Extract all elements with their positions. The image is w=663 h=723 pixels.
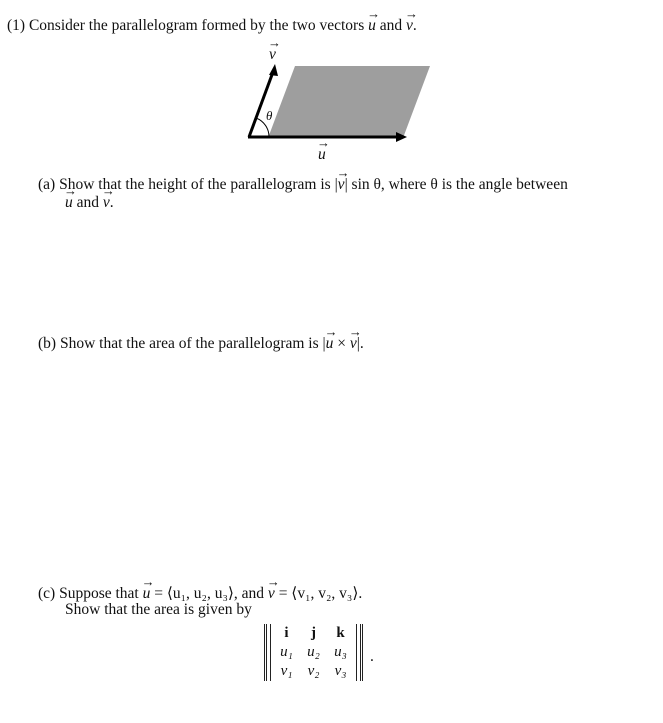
- vector-v-symbol: v: [405, 6, 418, 35]
- part-a-text-before: Show that the height of the parallelogra…: [59, 176, 338, 193]
- matrix-cell: u₃: [334, 644, 347, 660]
- matrix-cell: v₁: [280, 663, 293, 679]
- problem-number: (1): [7, 17, 26, 34]
- and-text: and: [76, 194, 100, 211]
- vector-v-symbol: v: [267, 574, 280, 603]
- problem-intro-text: Consider the parallelogram formed by the…: [28, 17, 365, 34]
- part-c: (c) Suppose that u = ⟨u₁, u₂, u₃⟩, and v…: [38, 574, 363, 603]
- part-b-label: (b): [38, 335, 57, 352]
- matrix-cell: i: [284, 625, 289, 641]
- vector-u-symbol: u: [64, 183, 77, 212]
- part-a-line2: u and v.: [64, 183, 115, 212]
- part-c-text-before: Suppose that: [59, 585, 139, 602]
- matrix-end-period: .: [370, 648, 374, 665]
- vector-u-symbol: u: [325, 324, 338, 353]
- figure-vector-v-label: v: [268, 35, 281, 64]
- matrix-cell: j: [311, 625, 316, 641]
- vector-u-components: = ⟨u₁, u₂, u₃⟩, and: [154, 585, 265, 602]
- angle-theta-label: θ: [266, 108, 273, 123]
- matrix-row: v₁ v₂ v₃: [273, 662, 354, 681]
- part-b: (b) Show that the area of the parallelog…: [38, 324, 364, 353]
- matrix-cell: v₂: [307, 663, 320, 679]
- vector-v-arrowhead: [269, 64, 278, 76]
- part-a-label: (a): [38, 176, 56, 193]
- vector-v-symbol: v: [337, 165, 350, 194]
- vector-v-symbol: v: [102, 183, 115, 212]
- part-c-label: (c): [38, 585, 56, 602]
- matrix-row: u₁ u₂ u₃: [273, 643, 354, 662]
- parallelogram-shape: [268, 66, 430, 138]
- and-text: and: [379, 17, 403, 34]
- matrix-row: i j k: [273, 624, 354, 643]
- vector-u-symbol: u: [367, 6, 380, 35]
- cross-product-symbol: ×: [337, 335, 346, 352]
- vector-u-symbol: u: [142, 574, 155, 603]
- matrix-cell: u₁: [280, 644, 293, 660]
- part-b-text-before: Show that the area of the parallelogram …: [59, 335, 326, 352]
- part-c-line2: Show that the area is given by: [65, 601, 252, 618]
- part-a-text-after: | sin θ, where θ is the angle between: [344, 176, 568, 193]
- part-a: (a) Show that the height of the parallel…: [38, 165, 568, 194]
- problem-intro: (1) Consider the parallelogram formed by…: [7, 6, 418, 35]
- matrix-cell: u₂: [307, 644, 320, 660]
- matrix-cell: k: [336, 625, 345, 641]
- vector-v-arrow: [247, 71, 275, 138]
- determinant-matrix: i j k u₁ u₂ u₃ v₁ v₂ v₃: [273, 624, 354, 681]
- vector-v-components: = ⟨v₁, v₂, v₃⟩.: [278, 585, 363, 602]
- figure-vector-u-label: u: [317, 135, 330, 164]
- determinant-norm: i j k u₁ u₂ u₃ v₁ v₂ v₃: [264, 624, 363, 681]
- matrix-cell: v₃: [334, 663, 347, 679]
- vector-v-symbol: v: [349, 324, 362, 353]
